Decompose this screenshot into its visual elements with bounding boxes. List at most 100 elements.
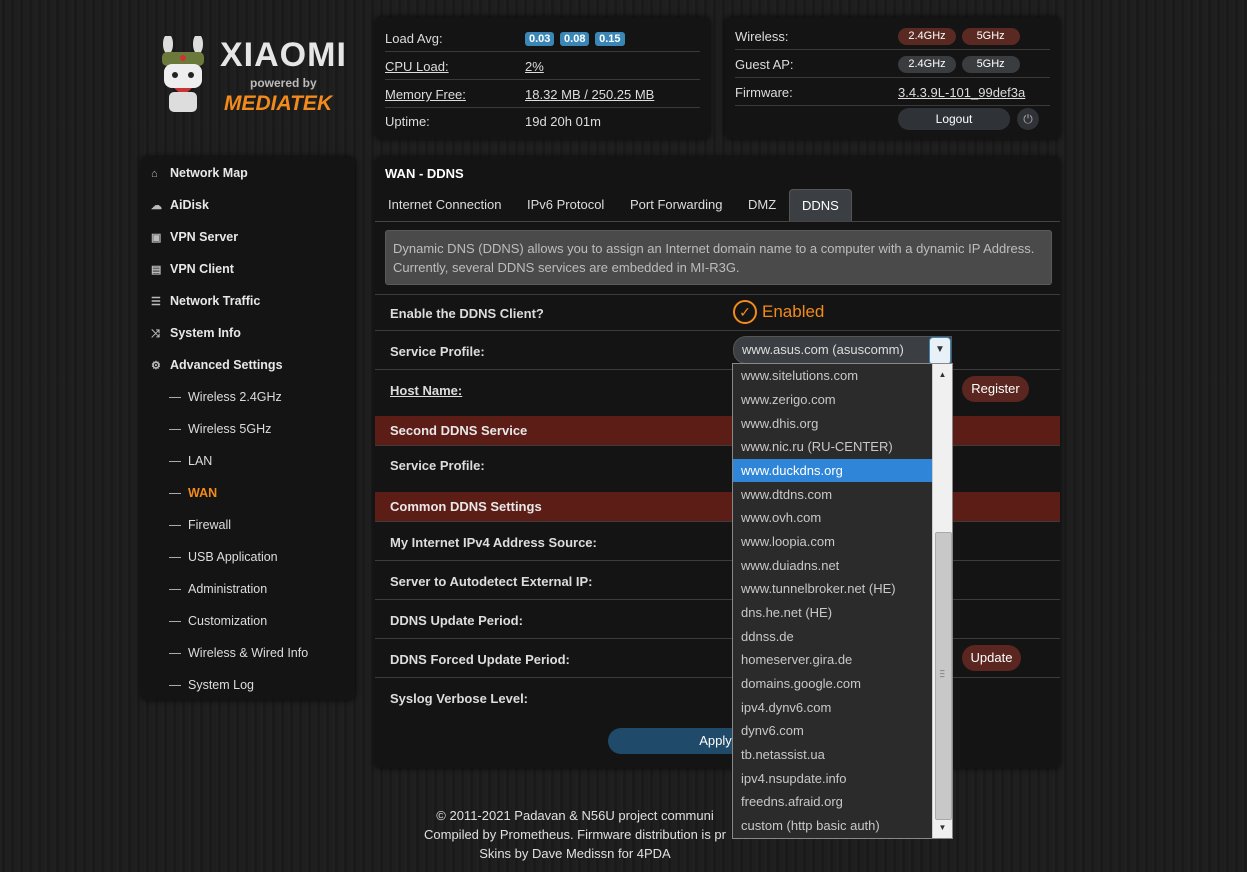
forced-update-row: DDNS Forced Update Period: <box>375 638 1060 678</box>
register-button[interactable]: Register <box>962 376 1029 402</box>
uptime-value: 19d 20h 01m <box>525 114 601 129</box>
dropdown-option[interactable]: www.duiadns.net <box>733 554 938 577</box>
sidebar-subitem-lan[interactable]: LAN <box>169 445 212 477</box>
footer-copyright: © 2011-2021 Padavan & N56U project commu… <box>436 808 714 823</box>
dropdown-scrollbar[interactable]: ▲ – – – ▼ <box>932 364 952 838</box>
update-period-row: DDNS Update Period: <box>375 599 1060 639</box>
load-avg-label: Load Avg: <box>385 31 443 46</box>
wireless-5-button[interactable]: 5GHz <box>961 28 1020 45</box>
dropdown-option[interactable]: ipv4.nsupdate.info <box>733 767 938 790</box>
main-panel: WAN - DDNS Internet Connection IPv6 Prot… <box>375 157 1060 768</box>
scroll-down-icon[interactable]: ▼ <box>933 819 952 836</box>
sidebar-subitem-firewall[interactable]: Firewall <box>169 509 231 541</box>
dropdown-option[interactable]: www.dhis.org <box>733 412 938 435</box>
load-avg-badge: 0.03 <box>525 32 555 46</box>
scroll-up-icon[interactable]: ▲ <box>933 366 952 383</box>
status-panel: Load Avg: 0.03 0.08 0.15 CPU Load: 2% Me… <box>375 17 710 139</box>
sidebar-subitem-wireless-24[interactable]: Wireless 2.4GHz <box>169 381 282 413</box>
scrollbar-thumb[interactable]: – – – <box>935 532 952 820</box>
dropdown-option[interactable]: tb.netassist.ua <box>733 743 938 766</box>
dropdown-option[interactable]: dns.he.net (HE) <box>733 601 938 624</box>
sidebar-subitem-system-log[interactable]: System Log <box>169 669 254 701</box>
powered-by: powered by <box>250 76 317 90</box>
guest-5-button[interactable]: 5GHz <box>961 56 1020 73</box>
info-box: Dynamic DNS (DDNS) allows you to assign … <box>385 230 1052 285</box>
sidebar-item-network-traffic[interactable]: ☰ Network Traffic <box>151 285 260 317</box>
sidebar-subitem-wan[interactable]: WAN <box>169 477 217 509</box>
load-avg-badge: 0.15 <box>595 32 625 46</box>
logout-button[interactable]: Logout <box>898 108 1010 130</box>
dropdown-option[interactable]: www.zerigo.com <box>733 388 938 411</box>
power-icon[interactable]: ⏻ <box>1017 108 1039 130</box>
xiaomi-logo: XIAOMI powered by MEDIATEK <box>150 36 355 118</box>
tab-ipv6-protocol[interactable]: IPv6 Protocol <box>515 189 616 221</box>
sidebar-subitem-wireless-5[interactable]: Wireless 5GHz <box>169 413 271 445</box>
forced-update-label: DDNS Forced Update Period: <box>390 652 570 667</box>
mediatek-wordmark: MEDIATEK <box>224 92 333 115</box>
service-profile-dropdown[interactable]: www.sitelutions.com www.zerigo.com www.d… <box>732 363 953 839</box>
dropdown-option[interactable]: www.loopia.com <box>733 530 938 553</box>
tab-divider <box>375 221 1060 222</box>
tab-internet-connection[interactable]: Internet Connection <box>376 189 513 221</box>
cloud-icon: ☁ <box>151 200 162 212</box>
dropdown-option[interactable]: www.dtdns.com <box>733 483 938 506</box>
footer: © 2011-2021 Padavan & N56U project commu… <box>375 806 775 863</box>
cpu-load-link[interactable]: CPU Load: <box>385 59 449 74</box>
vpn-client-icon: ▤ <box>151 264 162 276</box>
sidebar-subitem-usb-application[interactable]: USB Application <box>169 541 278 573</box>
uptime-row: Uptime: 19d 20h 01m <box>385 107 700 134</box>
uptime-label: Uptime: <box>385 114 430 129</box>
vpn-server-icon: ▣ <box>151 232 162 244</box>
syslog-label: Syslog Verbose Level: <box>390 691 529 706</box>
sidebar-subitem-wireless-wired-info[interactable]: Wireless & Wired Info <box>169 637 308 669</box>
update-button[interactable]: Update <box>962 645 1021 671</box>
sidebar-item-network-map[interactable]: ⌂ Network Map <box>151 157 248 189</box>
sidebar-item-aidisk[interactable]: ☁ AiDisk <box>151 189 209 221</box>
footer-compiled: Compiled by Prometheus. Firmware distrib… <box>424 827 726 842</box>
cpu-load-value[interactable]: 2% <box>525 59 544 74</box>
footer-skins: Skins by Dave Medissn for 4PDA <box>479 846 671 861</box>
firmware-row: Firmware: 3.4.3.9L-101_99def3a <box>735 78 1050 106</box>
dropdown-option[interactable]: ipv4.dynv6.com <box>733 696 938 719</box>
guest-24-button[interactable]: 2.4GHz <box>898 56 956 73</box>
sidebar-item-vpn-server[interactable]: ▣ VPN Server <box>151 221 238 253</box>
wireless-label: Wireless: <box>735 29 789 44</box>
dropdown-option[interactable]: www.nic.ru (RU-CENTER) <box>733 435 938 458</box>
sidebar-item-advanced-settings[interactable]: ⚙ Advanced Settings <box>151 349 283 381</box>
dropdown-option[interactable]: dynv6.com <box>733 719 938 742</box>
memory-free-value[interactable]: 18.32 MB / 250.25 MB <box>525 87 654 102</box>
dropdown-option[interactable]: homeserver.gira.de <box>733 648 938 671</box>
dropdown-option-highlighted[interactable]: www.duckdns.org <box>733 459 938 482</box>
dropdown-option[interactable]: www.sitelutions.com <box>733 364 938 387</box>
check-circle-icon: ✓ <box>733 300 757 324</box>
service-profile-select[interactable]: www.asus.com (asuscomm) ▼ <box>733 336 952 365</box>
second-profile-row: Service Profile: <box>375 445 1060 493</box>
memory-free-link[interactable]: Memory Free: <box>385 87 466 102</box>
tab-ddns[interactable]: DDNS <box>789 189 852 222</box>
dropdown-option[interactable]: www.ovh.com <box>733 506 938 529</box>
enabled-toggle[interactable]: ✓ Enabled <box>733 300 824 324</box>
tab-dmz[interactable]: DMZ <box>736 189 788 221</box>
enable-ddns-label: Enable the DDNS Client? <box>390 306 544 321</box>
sidebar-item-system-info[interactable]: ⤨ System Info <box>151 317 241 349</box>
common-ddns-heading: Common DDNS Settings <box>390 499 542 514</box>
load-avg-badge: 0.08 <box>560 32 590 46</box>
sidebar-subitem-administration[interactable]: Administration <box>169 573 267 605</box>
dropdown-option[interactable]: domains.google.com <box>733 672 938 695</box>
firmware-version-link[interactable]: 3.4.3.9L-101_99def3a <box>898 85 1025 100</box>
brand-name: XIAOMI <box>220 36 347 74</box>
memory-row: Memory Free: 18.32 MB / 250.25 MB <box>385 80 700 108</box>
wireless-row: Wireless: 2.4GHz 5GHz <box>735 22 1050 50</box>
mitu-mascot-icon <box>162 36 204 112</box>
sidebar-subitem-customization[interactable]: Customization <box>169 605 267 637</box>
gear-icon: ⚙ <box>151 360 161 372</box>
home-icon: ⌂ <box>151 168 158 180</box>
tab-port-forwarding[interactable]: Port Forwarding <box>618 189 734 221</box>
second-ddns-heading: Second DDNS Service <box>390 423 528 438</box>
sidebar-item-vpn-client[interactable]: ▤ VPN Client <box>151 253 234 285</box>
wireless-24-button[interactable]: 2.4GHz <box>898 28 956 45</box>
dropdown-option[interactable]: www.tunnelbroker.net (HE) <box>733 577 938 600</box>
dropdown-option[interactable]: ddnss.de <box>733 625 938 648</box>
syslog-row: Syslog Verbose Level: <box>375 677 1060 717</box>
chevron-down-icon[interactable]: ▼ <box>929 337 951 365</box>
